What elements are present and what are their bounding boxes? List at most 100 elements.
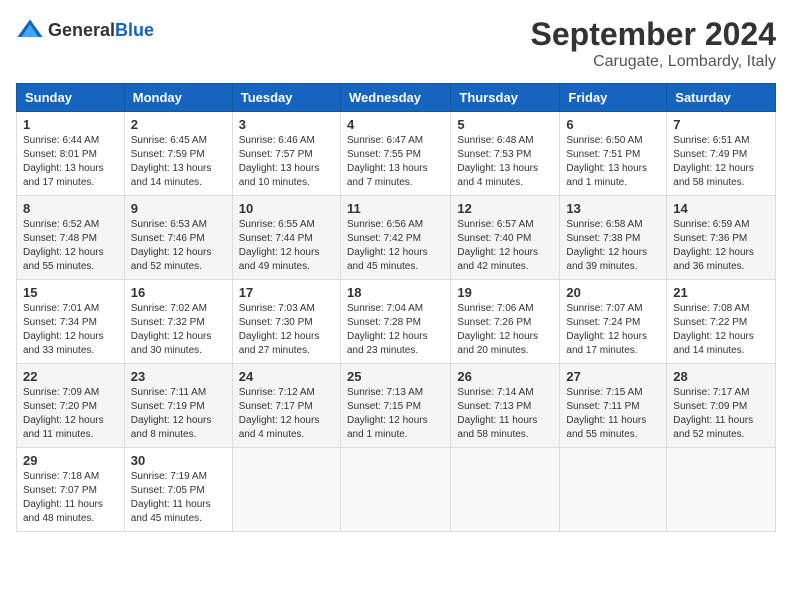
month-title: September 2024 <box>531 16 776 53</box>
calendar-day-cell: 25 Sunrise: 7:13 AMSunset: 7:15 PMDaylig… <box>340 364 450 448</box>
calendar-day-cell: 15 Sunrise: 7:01 AMSunset: 7:34 PMDaylig… <box>17 280 125 364</box>
day-number: 14 <box>673 201 769 216</box>
calendar-day-cell: 23 Sunrise: 7:11 AMSunset: 7:19 PMDaylig… <box>124 364 232 448</box>
day-number: 15 <box>23 285 118 300</box>
calendar-day-cell <box>667 448 776 532</box>
day-number: 10 <box>239 201 334 216</box>
calendar-day-cell: 6 Sunrise: 6:50 AMSunset: 7:51 PMDayligh… <box>560 112 667 196</box>
day-info: Sunrise: 7:07 AMSunset: 7:24 PMDaylight:… <box>566 303 647 356</box>
calendar-day-header: Friday <box>560 84 667 112</box>
calendar-day-cell: 29 Sunrise: 7:18 AMSunset: 7:07 PMDaylig… <box>17 448 125 532</box>
day-info: Sunrise: 7:18 AMSunset: 7:07 PMDaylight:… <box>23 471 103 524</box>
calendar-day-cell: 4 Sunrise: 6:47 AMSunset: 7:55 PMDayligh… <box>340 112 450 196</box>
calendar-day-cell: 11 Sunrise: 6:56 AMSunset: 7:42 PMDaylig… <box>340 196 450 280</box>
day-info: Sunrise: 6:45 AMSunset: 7:59 PMDaylight:… <box>131 135 212 188</box>
calendar-day-cell: 2 Sunrise: 6:45 AMSunset: 7:59 PMDayligh… <box>124 112 232 196</box>
logo-text-blue: Blue <box>115 20 154 40</box>
calendar-day-header: Sunday <box>17 84 125 112</box>
calendar-day-cell: 12 Sunrise: 6:57 AMSunset: 7:40 PMDaylig… <box>451 196 560 280</box>
day-info: Sunrise: 7:13 AMSunset: 7:15 PMDaylight:… <box>347 387 428 440</box>
day-info: Sunrise: 7:02 AMSunset: 7:32 PMDaylight:… <box>131 303 212 356</box>
calendar-header-row: SundayMondayTuesdayWednesdayThursdayFrid… <box>17 84 776 112</box>
day-info: Sunrise: 7:01 AMSunset: 7:34 PMDaylight:… <box>23 303 104 356</box>
day-number: 25 <box>347 369 444 384</box>
calendar-day-cell: 17 Sunrise: 7:03 AMSunset: 7:30 PMDaylig… <box>232 280 340 364</box>
calendar-day-cell <box>340 448 450 532</box>
calendar-week-row: 29 Sunrise: 7:18 AMSunset: 7:07 PMDaylig… <box>17 448 776 532</box>
day-info: Sunrise: 7:15 AMSunset: 7:11 PMDaylight:… <box>566 387 646 440</box>
day-number: 28 <box>673 369 769 384</box>
logo-icon <box>16 16 44 44</box>
day-number: 13 <box>566 201 660 216</box>
logo-text-general: General <box>48 20 115 40</box>
day-info: Sunrise: 7:14 AMSunset: 7:13 PMDaylight:… <box>457 387 537 440</box>
calendar-day-cell: 18 Sunrise: 7:04 AMSunset: 7:28 PMDaylig… <box>340 280 450 364</box>
calendar-week-row: 22 Sunrise: 7:09 AMSunset: 7:20 PMDaylig… <box>17 364 776 448</box>
calendar-day-cell: 14 Sunrise: 6:59 AMSunset: 7:36 PMDaylig… <box>667 196 776 280</box>
day-number: 7 <box>673 117 769 132</box>
logo: GeneralBlue <box>16 16 154 44</box>
day-number: 11 <box>347 201 444 216</box>
day-info: Sunrise: 6:47 AMSunset: 7:55 PMDaylight:… <box>347 135 428 188</box>
day-number: 18 <box>347 285 444 300</box>
day-number: 27 <box>566 369 660 384</box>
day-number: 2 <box>131 117 226 132</box>
day-info: Sunrise: 7:04 AMSunset: 7:28 PMDaylight:… <box>347 303 428 356</box>
calendar-day-cell <box>232 448 340 532</box>
calendar-day-cell: 10 Sunrise: 6:55 AMSunset: 7:44 PMDaylig… <box>232 196 340 280</box>
day-number: 29 <box>23 453 118 468</box>
calendar-day-cell: 30 Sunrise: 7:19 AMSunset: 7:05 PMDaylig… <box>124 448 232 532</box>
day-info: Sunrise: 7:19 AMSunset: 7:05 PMDaylight:… <box>131 471 211 524</box>
day-number: 3 <box>239 117 334 132</box>
day-info: Sunrise: 7:17 AMSunset: 7:09 PMDaylight:… <box>673 387 753 440</box>
day-number: 5 <box>457 117 553 132</box>
calendar-day-header: Saturday <box>667 84 776 112</box>
day-info: Sunrise: 7:12 AMSunset: 7:17 PMDaylight:… <box>239 387 320 440</box>
calendar-day-cell: 20 Sunrise: 7:07 AMSunset: 7:24 PMDaylig… <box>560 280 667 364</box>
calendar-day-cell: 8 Sunrise: 6:52 AMSunset: 7:48 PMDayligh… <box>17 196 125 280</box>
day-info: Sunrise: 6:48 AMSunset: 7:53 PMDaylight:… <box>457 135 538 188</box>
calendar-week-row: 1 Sunrise: 6:44 AMSunset: 8:01 PMDayligh… <box>17 112 776 196</box>
day-number: 6 <box>566 117 660 132</box>
day-info: Sunrise: 7:09 AMSunset: 7:20 PMDaylight:… <box>23 387 104 440</box>
day-info: Sunrise: 6:44 AMSunset: 8:01 PMDaylight:… <box>23 135 104 188</box>
calendar-week-row: 15 Sunrise: 7:01 AMSunset: 7:34 PMDaylig… <box>17 280 776 364</box>
calendar-day-cell: 21 Sunrise: 7:08 AMSunset: 7:22 PMDaylig… <box>667 280 776 364</box>
calendar-day-cell: 13 Sunrise: 6:58 AMSunset: 7:38 PMDaylig… <box>560 196 667 280</box>
calendar-day-cell: 5 Sunrise: 6:48 AMSunset: 7:53 PMDayligh… <box>451 112 560 196</box>
day-number: 17 <box>239 285 334 300</box>
calendar-day-cell: 28 Sunrise: 7:17 AMSunset: 7:09 PMDaylig… <box>667 364 776 448</box>
day-number: 23 <box>131 369 226 384</box>
day-number: 21 <box>673 285 769 300</box>
calendar-day-header: Wednesday <box>340 84 450 112</box>
day-info: Sunrise: 6:57 AMSunset: 7:40 PMDaylight:… <box>457 219 538 272</box>
day-number: 1 <box>23 117 118 132</box>
calendar-day-cell: 1 Sunrise: 6:44 AMSunset: 8:01 PMDayligh… <box>17 112 125 196</box>
day-info: Sunrise: 6:56 AMSunset: 7:42 PMDaylight:… <box>347 219 428 272</box>
day-number: 19 <box>457 285 553 300</box>
calendar-day-cell: 7 Sunrise: 6:51 AMSunset: 7:49 PMDayligh… <box>667 112 776 196</box>
location-title: Carugate, Lombardy, Italy <box>531 53 776 71</box>
calendar-day-header: Tuesday <box>232 84 340 112</box>
day-info: Sunrise: 7:08 AMSunset: 7:22 PMDaylight:… <box>673 303 754 356</box>
day-info: Sunrise: 7:03 AMSunset: 7:30 PMDaylight:… <box>239 303 320 356</box>
calendar-day-header: Thursday <box>451 84 560 112</box>
calendar-day-cell: 16 Sunrise: 7:02 AMSunset: 7:32 PMDaylig… <box>124 280 232 364</box>
day-info: Sunrise: 6:53 AMSunset: 7:46 PMDaylight:… <box>131 219 212 272</box>
day-info: Sunrise: 6:50 AMSunset: 7:51 PMDaylight:… <box>566 135 647 188</box>
title-block: September 2024 Carugate, Lombardy, Italy <box>531 16 776 71</box>
calendar-day-cell: 9 Sunrise: 6:53 AMSunset: 7:46 PMDayligh… <box>124 196 232 280</box>
calendar-day-cell: 19 Sunrise: 7:06 AMSunset: 7:26 PMDaylig… <box>451 280 560 364</box>
day-number: 22 <box>23 369 118 384</box>
day-info: Sunrise: 6:51 AMSunset: 7:49 PMDaylight:… <box>673 135 754 188</box>
day-info: Sunrise: 7:11 AMSunset: 7:19 PMDaylight:… <box>131 387 212 440</box>
day-info: Sunrise: 6:52 AMSunset: 7:48 PMDaylight:… <box>23 219 104 272</box>
calendar-day-cell: 3 Sunrise: 6:46 AMSunset: 7:57 PMDayligh… <box>232 112 340 196</box>
calendar-day-cell: 24 Sunrise: 7:12 AMSunset: 7:17 PMDaylig… <box>232 364 340 448</box>
calendar-day-cell: 26 Sunrise: 7:14 AMSunset: 7:13 PMDaylig… <box>451 364 560 448</box>
day-number: 8 <box>23 201 118 216</box>
calendar-day-cell <box>451 448 560 532</box>
day-info: Sunrise: 7:06 AMSunset: 7:26 PMDaylight:… <box>457 303 538 356</box>
calendar-table: SundayMondayTuesdayWednesdayThursdayFrid… <box>16 83 776 532</box>
day-info: Sunrise: 6:58 AMSunset: 7:38 PMDaylight:… <box>566 219 647 272</box>
